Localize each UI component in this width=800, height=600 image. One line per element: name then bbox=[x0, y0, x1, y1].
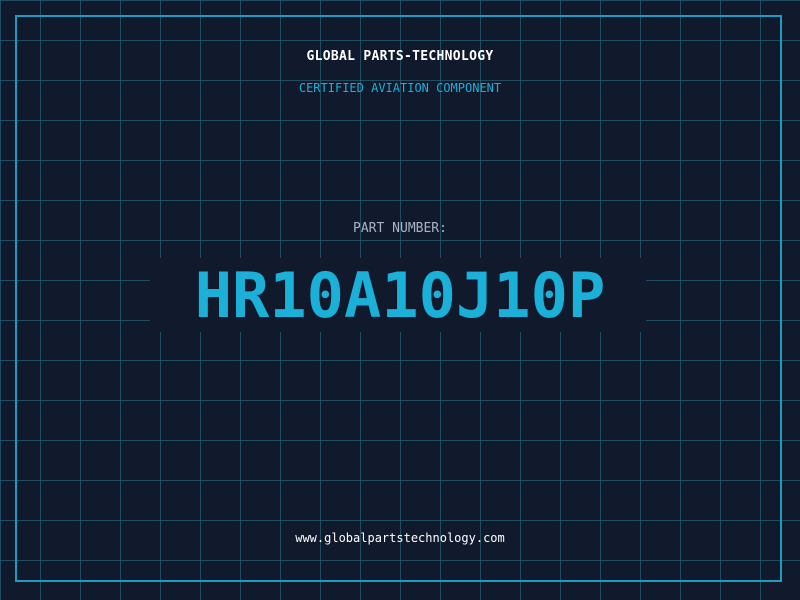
part-number-label: PART NUMBER: bbox=[353, 221, 447, 236]
company-name: GLOBAL PARTS-TECHNOLOGY bbox=[306, 49, 494, 64]
certification-tagline: CERTIFIED AVIATION COMPONENT bbox=[298, 81, 502, 95]
website-url[interactable]: www.globalpartstechnology.com bbox=[0, 530, 800, 546]
part-number-value: HR10A10J10P bbox=[194, 259, 606, 332]
certificate-card: GLOBAL PARTS-TECHNOLOGY CERTIFIED AVIATI… bbox=[0, 0, 800, 600]
